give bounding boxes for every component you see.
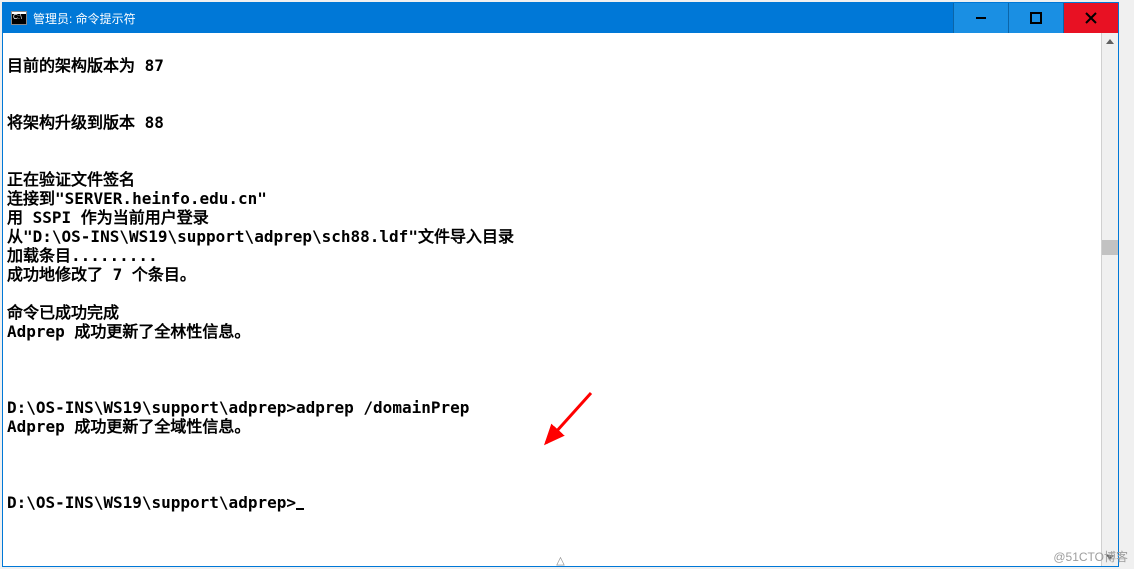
titlebar[interactable]: 管理员: 命令提示符 [3, 3, 1118, 33]
terminal-line: 将架构升级到版本 88 [7, 113, 164, 132]
scroll-up-button[interactable] [1102, 33, 1118, 50]
chevron-up-icon [1106, 39, 1114, 44]
close-icon [1085, 12, 1097, 24]
window-title: 管理员: 命令提示符 [33, 10, 953, 27]
terminal-line: 目前的架构版本为 87 [7, 56, 164, 75]
terminal-line: D:\OS-INS\WS19\support\adprep> [7, 493, 296, 512]
minimize-icon [975, 12, 987, 24]
cmd-app-icon [11, 11, 27, 25]
terminal-line: 正在验证文件签名 [7, 170, 135, 189]
watermark-text: @51CTO博客 [1053, 548, 1128, 565]
terminal-line: D:\OS-INS\WS19\support\adprep>adprep /do… [7, 398, 469, 417]
terminal-line: 成功地修改了 7 个条目。 [7, 265, 196, 284]
terminal-cursor [296, 508, 304, 510]
maximize-icon [1030, 12, 1042, 24]
terminal-line: 加载条目......... [7, 246, 158, 265]
terminal-line: Adprep 成功更新了全林性信息。 [7, 322, 250, 341]
command-prompt-window: 管理员: 命令提示符 目前的架构版本为 87 将架构升级到版本 88 正在验证文… [2, 2, 1119, 567]
window-buttons [953, 3, 1118, 33]
resize-handle-icon[interactable]: △ [556, 554, 564, 567]
scrollbar-thumb[interactable] [1102, 240, 1118, 255]
terminal-line: 命令已成功完成 [7, 303, 119, 322]
close-button[interactable] [1063, 3, 1118, 33]
terminal-line: 用 SSPI 作为当前用户登录 [7, 208, 209, 227]
terminal-line: 从"D:\OS-INS\WS19\support\adprep\sch88.ld… [7, 227, 514, 246]
scrollbar-track[interactable] [1102, 50, 1118, 549]
maximize-button[interactable] [1008, 3, 1063, 33]
minimize-button[interactable] [953, 3, 1008, 33]
terminal-line: 连接到"SERVER.heinfo.edu.cn" [7, 189, 267, 208]
terminal-output[interactable]: 目前的架构版本为 87 将架构升级到版本 88 正在验证文件签名 连接到"SER… [3, 33, 1101, 566]
content-area: 目前的架构版本为 87 将架构升级到版本 88 正在验证文件签名 连接到"SER… [3, 33, 1118, 566]
vertical-scrollbar[interactable] [1101, 33, 1118, 566]
terminal-line: Adprep 成功更新了全域性信息。 [7, 417, 250, 436]
